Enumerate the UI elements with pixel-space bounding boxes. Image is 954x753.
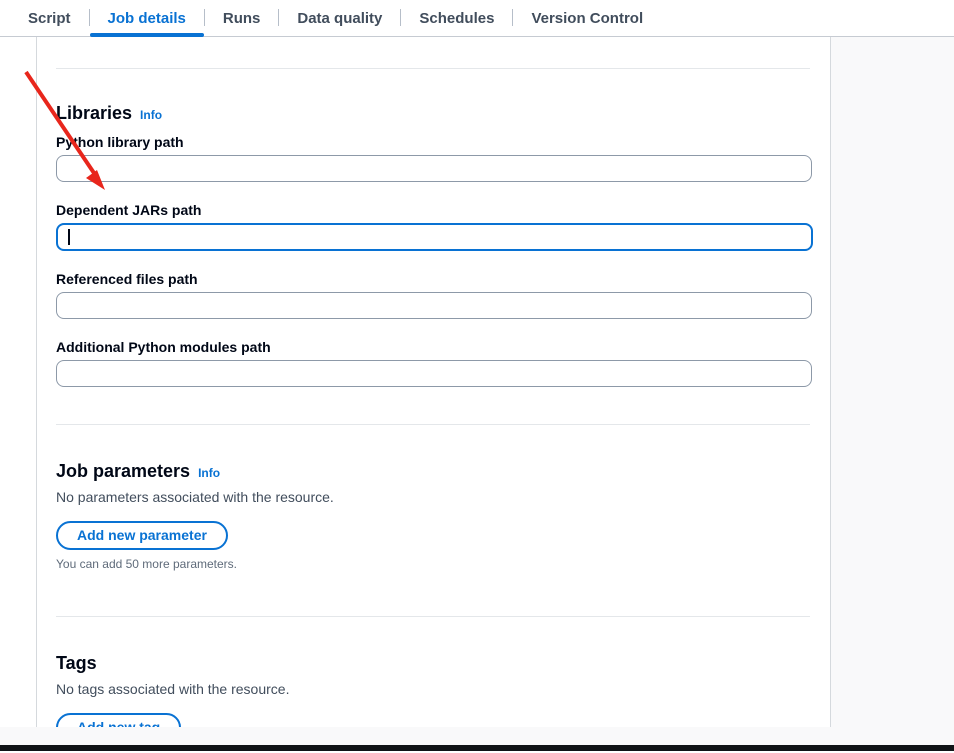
tags-title: Tags [56,653,97,674]
tab-version-control[interactable]: Version Control [513,0,661,36]
additional-python-modules-path-label: Additional Python modules path [56,338,810,356]
job-tabs: Script Job details Runs Data quality Sch… [0,0,954,37]
right-gutter [831,37,954,745]
bottom-gutter [0,727,954,745]
referenced-files-path-label: Referenced files path [56,270,810,288]
tab-job-details[interactable]: Job details [90,0,204,36]
libraries-info-link[interactable]: Info [140,108,162,122]
tags-heading: Tags [56,653,810,674]
libraries-title: Libraries [56,103,132,124]
bottom-window-edge [0,745,954,751]
dependent-jars-path-input[interactable] [56,223,813,251]
python-library-path-label: Python library path [56,133,810,151]
job-parameters-heading: Job parameters Info [56,461,810,482]
tags-empty-text: No tags associated with the resource. [56,679,810,699]
additional-python-modules-path-input[interactable] [56,360,812,387]
tab-script[interactable]: Script [10,0,89,36]
text-cursor [68,229,70,245]
add-new-tag-button[interactable]: Add new tag [56,713,181,727]
job-details-panel: Libraries Info Python library path Depen… [36,37,831,727]
section-divider [56,616,810,617]
section-divider [56,68,810,69]
python-library-path-input[interactable] [56,155,812,182]
add-new-parameter-button[interactable]: Add new parameter [56,521,228,550]
libraries-heading: Libraries Info [56,103,810,124]
tab-schedules[interactable]: Schedules [401,0,512,36]
dependent-jars-path-label: Dependent JARs path [56,201,810,219]
dependent-jars-path-input-wrap [56,223,813,251]
section-divider [56,424,810,425]
job-parameters-info-link[interactable]: Info [198,466,220,480]
job-parameters-title: Job parameters [56,461,190,482]
job-parameters-empty-text: No parameters associated with the resour… [56,487,810,507]
tab-data-quality[interactable]: Data quality [279,0,400,36]
tab-runs[interactable]: Runs [205,0,279,36]
job-parameters-hint-text: You can add 50 more parameters. [56,557,810,571]
referenced-files-path-input[interactable] [56,292,812,319]
